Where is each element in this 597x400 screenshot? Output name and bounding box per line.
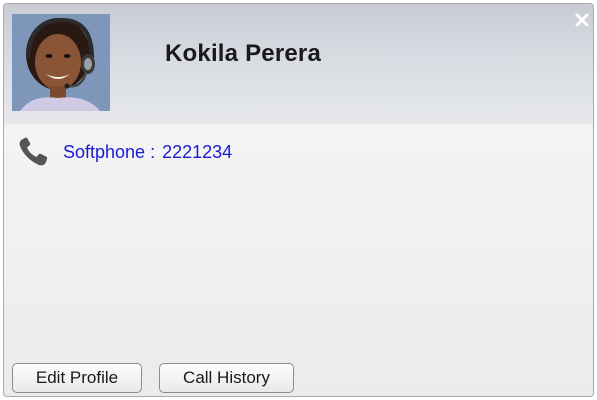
avatar <box>12 14 110 111</box>
avatar-photo <box>12 14 110 111</box>
close-icon[interactable] <box>575 13 589 27</box>
phone-handset-icon <box>19 137 48 166</box>
close-button[interactable] <box>575 13 589 27</box>
contact-card: Kokila Perera Softphone : 2221234 Edit P… <box>3 3 594 397</box>
phone-row: Softphone : 2221234 <box>18 137 232 167</box>
contact-name: Kokila Perera <box>165 40 322 67</box>
phone-separator: : <box>150 141 156 162</box>
contact-header: Kokila Perera <box>4 4 593 124</box>
call-history-button[interactable]: Call History <box>159 363 294 393</box>
edit-profile-button[interactable]: Edit Profile <box>12 363 142 393</box>
phone-type-label[interactable]: Softphone <box>63 142 145 163</box>
phone-number-link[interactable]: 2221234 <box>162 142 232 163</box>
